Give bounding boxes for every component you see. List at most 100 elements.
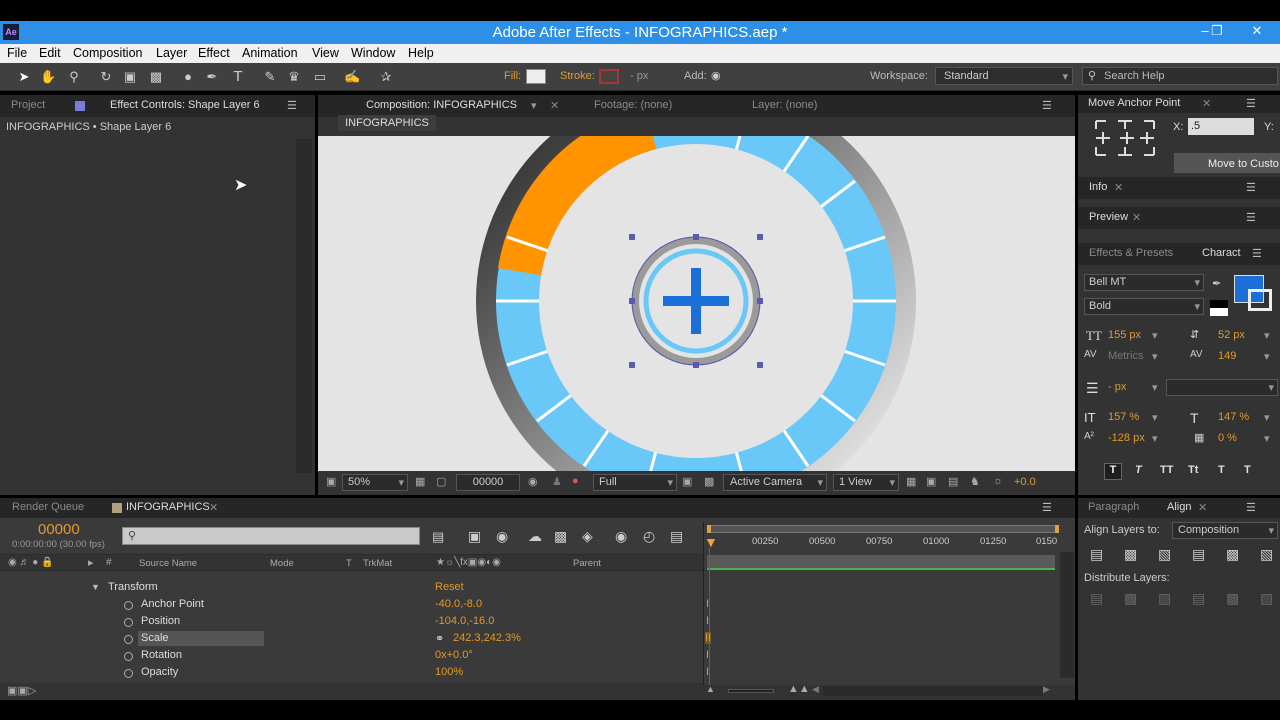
keyframe-icon[interactable]: II — [705, 632, 712, 644]
align-bottom-icon[interactable]: ▧ — [1260, 546, 1273, 563]
eyedropper-icon[interactable]: ✒ — [1212, 277, 1221, 290]
chevron-down-icon[interactable]: ▾ — [1152, 432, 1158, 445]
col-mode[interactable]: Mode — [270, 558, 294, 569]
transparency-grid-icon[interactable]: ▩ — [704, 475, 714, 488]
work-area-start-handle[interactable] — [707, 525, 711, 533]
search-help-box[interactable]: ⚲ Search Help — [1082, 67, 1278, 85]
shape-tool-icon[interactable]: ● — [180, 69, 196, 85]
region-of-interest-icon[interactable]: ▣ — [682, 475, 692, 488]
tracking-value[interactable]: 149 — [1218, 350, 1236, 362]
fill-swatch[interactable] — [526, 69, 546, 84]
align-v-center-icon[interactable]: ▩ — [1226, 546, 1239, 563]
close-tab-icon[interactable]: ✕ — [1198, 501, 1207, 514]
kerning-value[interactable]: Metrics — [1108, 350, 1143, 362]
prop-rotation[interactable]: Rotation — [141, 649, 182, 661]
prop-scale[interactable]: Scale — [141, 632, 169, 644]
baseline-shift-value[interactable]: -128 px — [1108, 432, 1145, 444]
align-to-select[interactable]: Composition ▾ — [1172, 522, 1278, 539]
prop-anchor-point-value[interactable]: -40.0,-8.0 — [435, 598, 482, 610]
zoom-select[interactable]: 50% ▾ — [342, 474, 408, 491]
keyframe-icon[interactable]: I — [706, 649, 709, 661]
move-to-custom-button[interactable]: Move to Custo — [1174, 153, 1280, 173]
workspace-select[interactable]: Standard ▾ — [935, 67, 1073, 85]
camera-select[interactable]: Active Camera ▾ — [723, 474, 827, 491]
stroke-color-swatch[interactable] — [1248, 289, 1272, 311]
timeline-graph[interactable]: 00250 00500 00750 01000 01250 0150 ▼ I I… — [703, 522, 1075, 685]
distribute-h-center-icon[interactable]: ▩ — [1226, 590, 1239, 607]
align-right-icon[interactable]: ▧ — [1158, 546, 1171, 563]
exposure-value[interactable]: +0.0 — [1014, 476, 1036, 488]
close-tab-icon[interactable]: ✕ — [209, 501, 218, 514]
clone-stamp-tool-icon[interactable]: ♛ — [286, 69, 302, 85]
timeline-hscroll[interactable] — [823, 686, 1043, 696]
pen-tool-icon[interactable]: ✒ — [204, 69, 220, 85]
menu-animation[interactable]: Animation — [242, 46, 298, 60]
tab-preview[interactable]: Preview — [1089, 211, 1128, 223]
tab-align[interactable]: Align — [1167, 501, 1191, 513]
scroll-right-icon[interactable]: ▶ — [1043, 684, 1050, 695]
safe-zones-icon[interactable]: ▦ — [415, 475, 425, 488]
view-layout-select[interactable]: 1 View ▾ — [833, 474, 899, 491]
constrain-proportions-icon[interactable]: ⚭ — [435, 632, 444, 645]
exposure-reset-icon[interactable]: ☼ — [993, 475, 1003, 487]
toggle-switches-icon[interactable]: ▣▣▷ — [7, 684, 36, 697]
stopwatch-icon[interactable] — [124, 618, 133, 627]
chevron-down-icon[interactable]: ▾ — [531, 99, 537, 112]
stopwatch-icon[interactable] — [124, 669, 133, 678]
faux-bold-button[interactable]: T — [1104, 463, 1122, 480]
tab-render-queue[interactable]: Render Queue — [12, 501, 84, 513]
stroke-width[interactable]: - px — [630, 70, 648, 82]
resolution-select[interactable]: Full ▾ — [593, 474, 677, 491]
rotate-tool-icon[interactable]: ↻ — [98, 69, 114, 85]
all-caps-button[interactable]: TT — [1160, 464, 1173, 476]
stopwatch-icon[interactable] — [124, 652, 133, 661]
tab-project[interactable]: Project — [11, 99, 45, 111]
roto-brush-tool-icon[interactable]: ✍ — [344, 69, 360, 85]
scroll-left-icon[interactable]: ◀ — [812, 684, 819, 695]
distribute-v-center-icon[interactable]: ▩ — [1124, 590, 1137, 607]
tab-composition[interactable]: Composition: INFOGRAPHICS — [366, 99, 517, 111]
chevron-down-icon[interactable]: ▾ — [1264, 432, 1270, 445]
reset-link[interactable]: Reset — [435, 581, 464, 593]
camera-tool-icon[interactable]: ▣ — [122, 69, 138, 85]
flowchart-icon[interactable]: ♞ — [970, 475, 980, 488]
col-source-name[interactable]: Source Name — [139, 558, 197, 569]
menu-layer[interactable]: Layer — [156, 46, 187, 60]
chevron-down-icon[interactable]: ▾ — [1152, 350, 1158, 363]
prop-opacity-value[interactable]: 100% — [435, 666, 463, 678]
align-top-icon[interactable]: ▤ — [1192, 546, 1205, 563]
close-button[interactable]: ✕ — [1240, 21, 1274, 41]
prop-position[interactable]: Position — [141, 615, 180, 627]
font-style-select[interactable]: Bold ▾ — [1084, 298, 1204, 315]
type-tool-icon[interactable]: T — [230, 69, 246, 85]
time-zoom-slider[interactable] — [728, 689, 774, 693]
zoom-tool-icon[interactable]: ⚲ — [66, 69, 82, 85]
tab-effects-presets[interactable]: Effects & Presets — [1089, 247, 1173, 259]
keyframe-icon[interactable]: I — [706, 666, 709, 678]
panel-menu-icon[interactable]: ☰ — [1042, 99, 1052, 112]
faux-italic-button[interactable]: T — [1135, 464, 1142, 476]
x-input[interactable]: .5 — [1188, 118, 1254, 135]
tab-infographics[interactable]: INFOGRAPHICS — [126, 501, 210, 513]
horizontal-scale-value[interactable]: 147 % — [1218, 411, 1249, 423]
col-t[interactable]: T — [346, 558, 352, 569]
prop-rotation-value[interactable]: 0x+0.0° — [435, 649, 473, 661]
tsume-value[interactable]: 0 % — [1218, 432, 1237, 444]
distribute-right-icon[interactable]: ▧ — [1260, 590, 1273, 607]
current-time-indicator-icon[interactable]: ▼ — [704, 534, 718, 550]
layer-duration-bar[interactable] — [707, 555, 1055, 570]
menu-view[interactable]: View — [312, 46, 339, 60]
tab-character[interactable]: Charact — [1202, 247, 1241, 259]
hand-tool-icon[interactable]: ✋ — [40, 69, 56, 85]
distribute-left-icon[interactable]: ▤ — [1192, 590, 1205, 607]
auto-keyframe-icon[interactable]: ◴ — [643, 528, 655, 545]
comp-navigator-button[interactable]: INFOGRAPHICS — [338, 115, 436, 131]
graph-editor-icon[interactable]: ◉ — [615, 528, 627, 545]
twirl-down-icon[interactable]: ▼ — [91, 582, 100, 592]
menu-window[interactable]: Window — [351, 46, 395, 60]
shy-layers-icon[interactable]: ◉ — [496, 528, 508, 545]
timeline-timecode[interactable]: 00000 — [38, 521, 80, 538]
menu-file[interactable]: File — [7, 46, 27, 60]
always-preview-icon[interactable]: ▣ — [326, 475, 336, 488]
channel-rgb-icon[interactable]: ● — [572, 475, 579, 487]
